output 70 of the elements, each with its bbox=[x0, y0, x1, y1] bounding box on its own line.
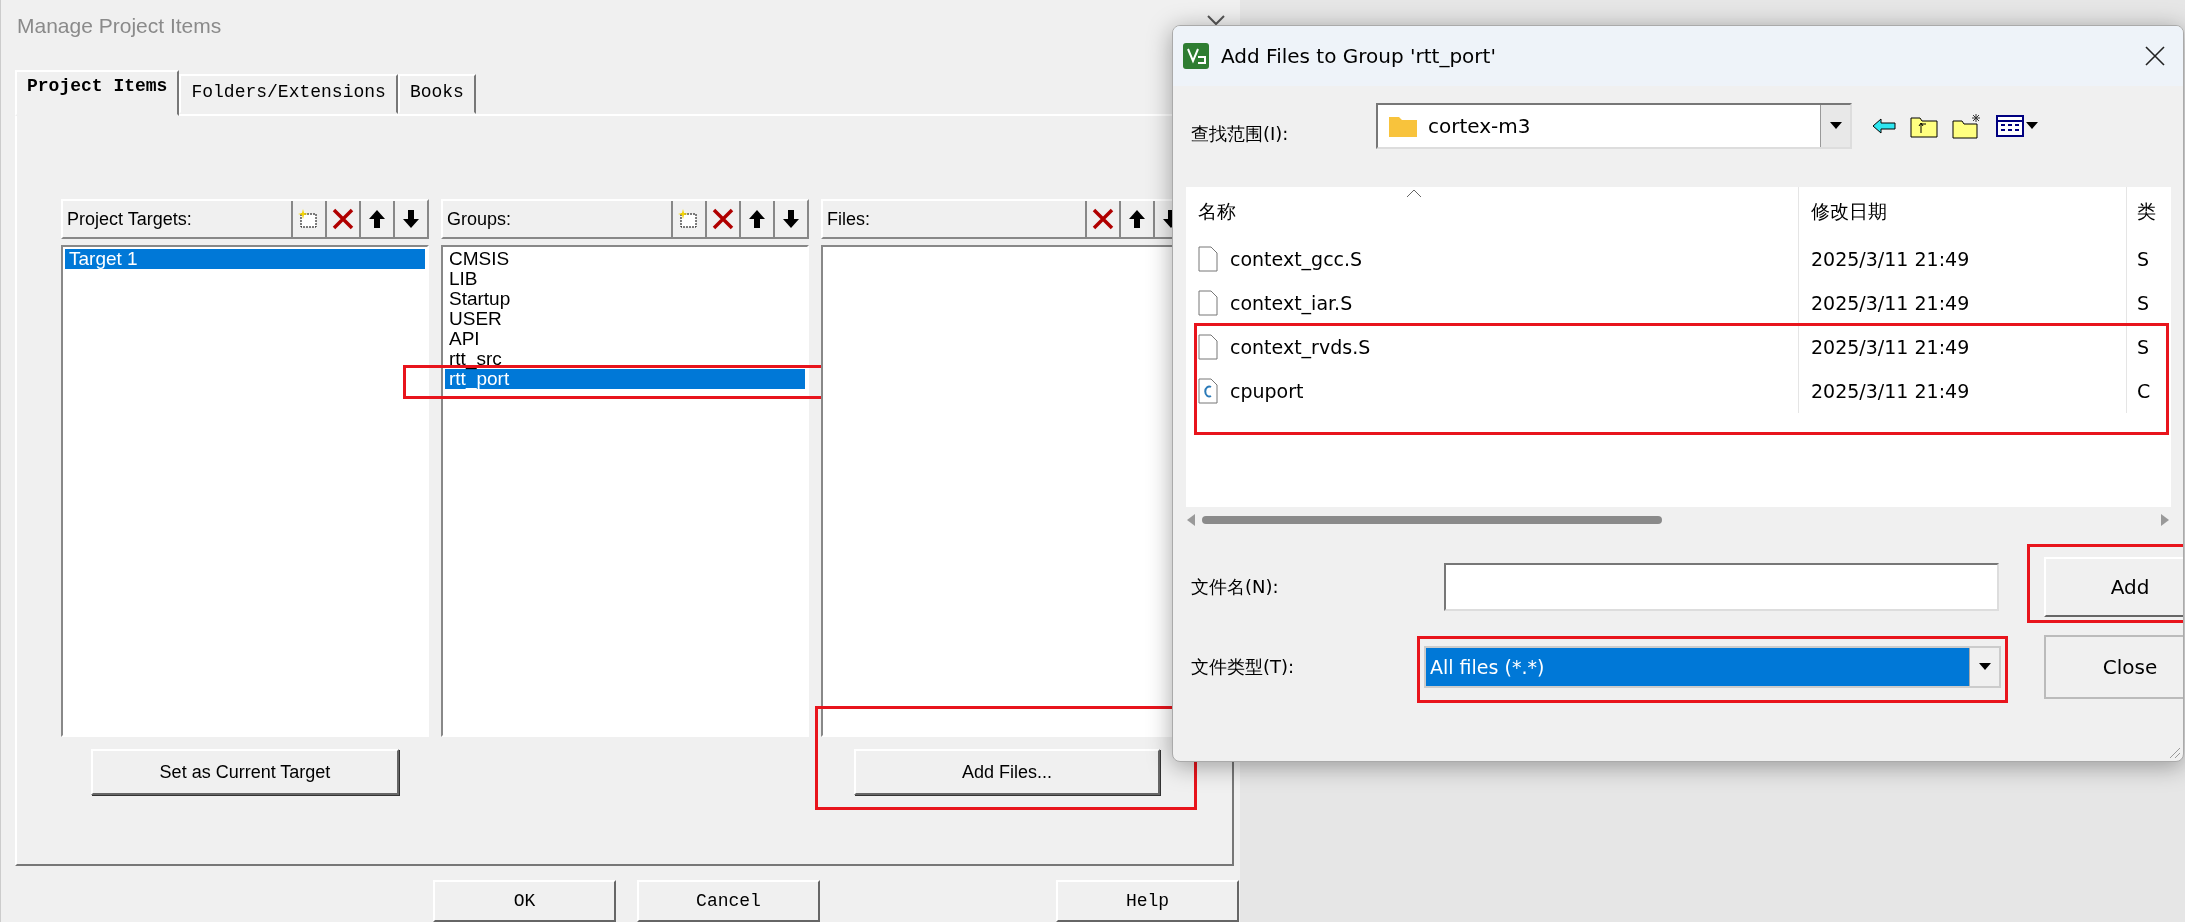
file-date: 2025/3/11 21:49 bbox=[1811, 248, 1970, 270]
file-type: S bbox=[2137, 336, 2150, 358]
dialog-title: Add Files to Group 'rtt_port' bbox=[1221, 44, 1496, 68]
file-type: C bbox=[2137, 380, 2151, 402]
close-button[interactable]: Close bbox=[2044, 635, 2183, 699]
file-icon bbox=[1198, 290, 1218, 316]
set-target-button[interactable]: Set as Current Target bbox=[91, 749, 399, 795]
list-item[interactable]: API bbox=[445, 329, 805, 349]
up-arrow-icon[interactable] bbox=[748, 209, 766, 229]
up-arrow-icon[interactable] bbox=[1128, 209, 1146, 229]
dialog-button[interactable]: OK bbox=[433, 880, 616, 922]
dialog-button[interactable]: Help bbox=[1056, 880, 1239, 922]
view-menu-icon[interactable] bbox=[1996, 115, 2040, 137]
list-item[interactable]: rtt_port bbox=[445, 369, 805, 389]
c-file-icon bbox=[1198, 378, 1218, 404]
list-label: Groups: bbox=[447, 208, 512, 230]
new-folder-icon[interactable] bbox=[1952, 113, 1982, 139]
column-header[interactable]: 类 bbox=[2137, 199, 2156, 225]
look-in-combo[interactable]: cortex-m3 bbox=[1376, 103, 1852, 149]
dropdown-arrow-icon bbox=[1829, 122, 1842, 130]
folder-icon bbox=[1388, 114, 1418, 138]
column-header[interactable]: 名称 bbox=[1198, 199, 1236, 225]
delete-icon[interactable] bbox=[332, 208, 354, 230]
list-item[interactable]: LIB bbox=[445, 269, 805, 289]
file-icon bbox=[1198, 334, 1218, 360]
new-item-icon[interactable] bbox=[678, 208, 700, 230]
delete-icon[interactable] bbox=[712, 208, 734, 230]
add-files-button[interactable]: Add Files... bbox=[854, 749, 1160, 795]
file-name[interactable]: context_iar.S bbox=[1230, 292, 1353, 314]
new-item-icon[interactable] bbox=[298, 208, 320, 230]
back-arrow-icon[interactable] bbox=[1872, 118, 1896, 134]
list-item[interactable]: USER bbox=[445, 309, 805, 329]
dialog-button[interactable]: Cancel bbox=[637, 880, 820, 922]
list-item[interactable]: Target 1 bbox=[65, 249, 425, 269]
list-item[interactable]: CMSIS bbox=[445, 249, 805, 269]
tab[interactable]: Folders/Extensions bbox=[179, 74, 398, 114]
down-arrow-icon[interactable] bbox=[402, 209, 420, 229]
tab[interactable]: Books bbox=[397, 74, 476, 114]
delete-icon[interactable] bbox=[1092, 208, 1114, 230]
look-in-label: 查找范围(I): bbox=[1191, 122, 1290, 146]
file-date: 2025/3/11 21:49 bbox=[1811, 336, 1970, 358]
file-icon bbox=[1198, 246, 1218, 272]
sort-caret-icon bbox=[1406, 189, 1422, 198]
list-item[interactable]: rtt_src bbox=[445, 349, 805, 369]
file-type-combo[interactable]: All files (*.*) bbox=[1424, 646, 2001, 688]
up-arrow-icon[interactable] bbox=[368, 209, 386, 229]
list-label: Project Targets: bbox=[67, 208, 192, 230]
file-date: 2025/3/11 21:49 bbox=[1811, 380, 1970, 402]
file-name[interactable]: context_rvds.S bbox=[1230, 336, 1371, 358]
list-item[interactable]: Startup bbox=[445, 289, 805, 309]
window-title: Manage Project Items bbox=[17, 14, 222, 38]
tab[interactable]: Project Items bbox=[15, 70, 180, 116]
dropdown-arrow-icon bbox=[1978, 663, 1991, 671]
file-date: 2025/3/11 21:49 bbox=[1811, 292, 1970, 314]
resize-grip-icon[interactable] bbox=[2167, 745, 2181, 759]
file-name[interactable]: cpuport bbox=[1230, 380, 1304, 402]
file-name-field[interactable] bbox=[1444, 563, 1999, 611]
file-type: S bbox=[2137, 292, 2150, 314]
down-arrow-icon[interactable] bbox=[782, 209, 800, 229]
list-box[interactable]: CMSIS LIB Startup USER API rtt_src rtt_port bbox=[441, 245, 809, 737]
list-label: Files: bbox=[827, 208, 870, 230]
file-type-label: 文件类型(T): bbox=[1191, 655, 1296, 679]
list-box[interactable]: Target 1 bbox=[61, 245, 429, 737]
add-button[interactable]: Add bbox=[2044, 557, 2183, 617]
file-name[interactable]: context_gcc.S bbox=[1230, 248, 1363, 270]
up-folder-icon[interactable] bbox=[1910, 114, 1938, 138]
app-icon bbox=[1183, 43, 1209, 69]
column-header[interactable]: 修改日期 bbox=[1811, 199, 1887, 225]
file-name-label: 文件名(N): bbox=[1191, 575, 1280, 599]
file-type: S bbox=[2137, 248, 2150, 270]
